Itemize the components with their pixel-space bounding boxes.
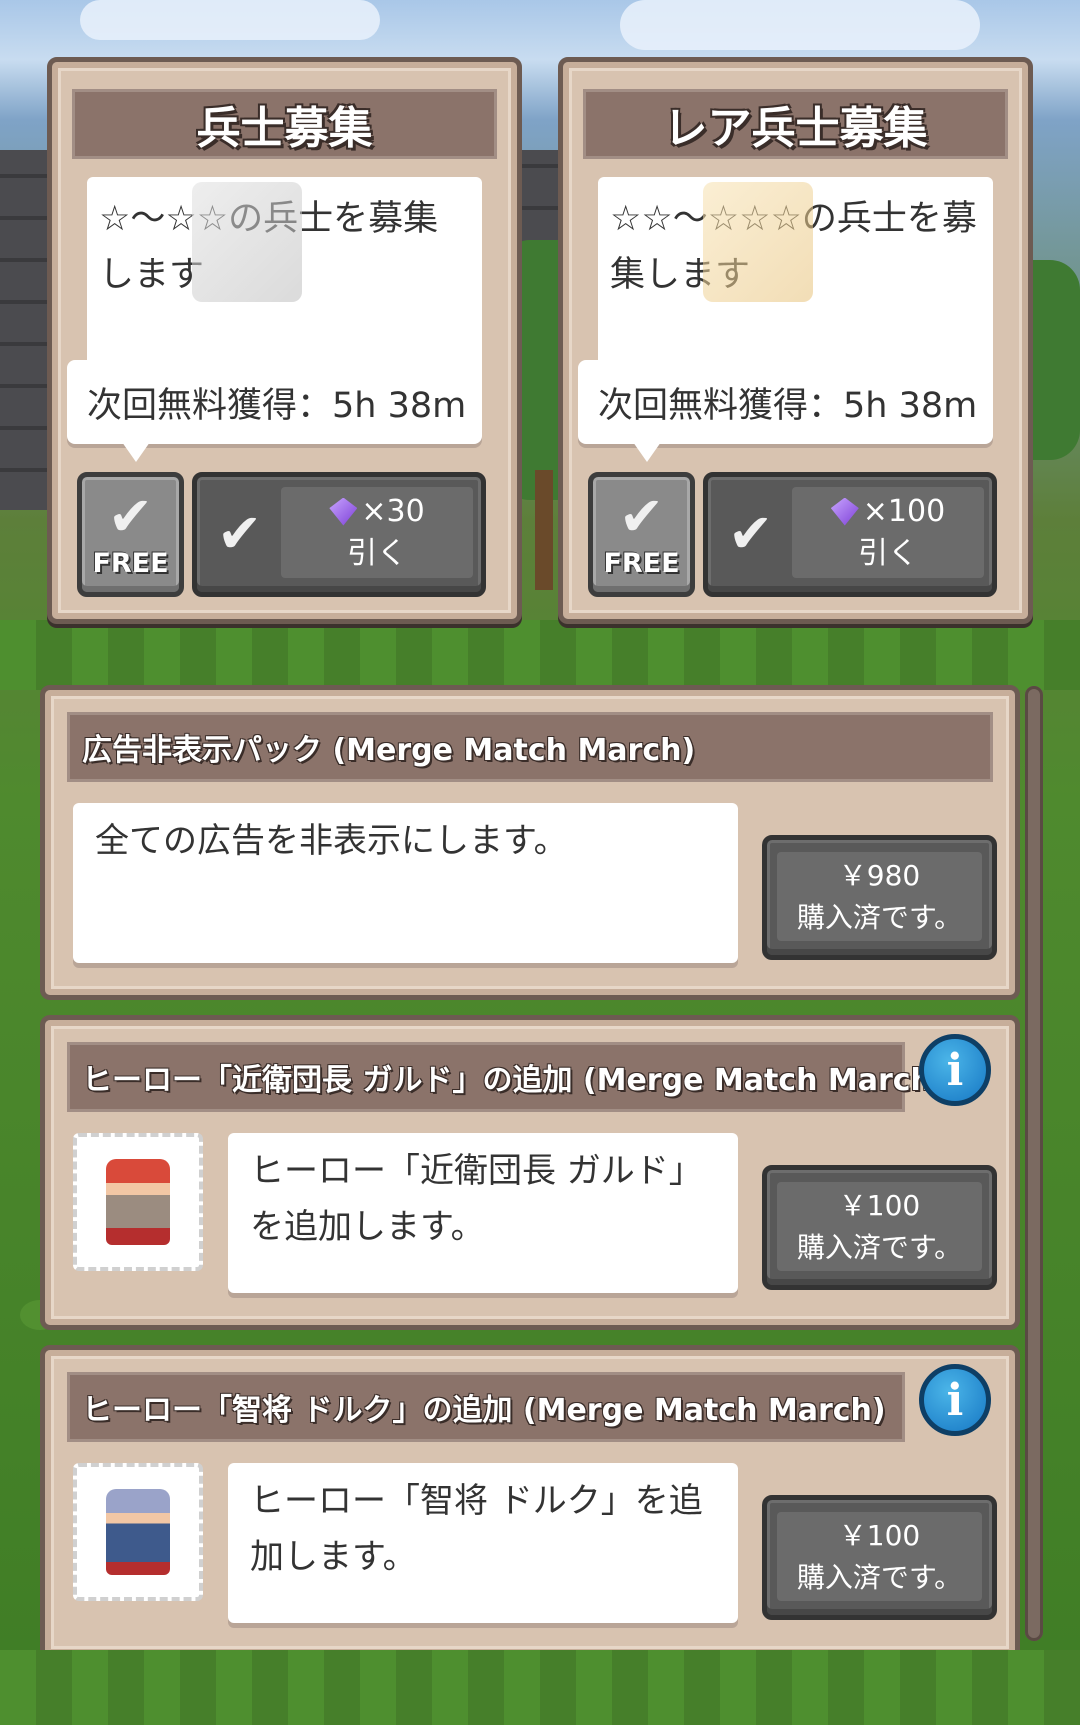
purchase-button[interactable]: ￥980 購入済です。 [762, 835, 997, 960]
pull-label: 引く [858, 535, 918, 571]
golden-scroll-icon [703, 182, 813, 302]
gem-pull-button[interactable]: ✔ ×30 引く [192, 472, 486, 597]
tree-trunk [535, 470, 553, 590]
gem-pull-button[interactable]: ✔ ×100 引く [703, 472, 997, 597]
price: ￥100 [838, 1188, 921, 1222]
check-icon: ✔ [217, 502, 263, 565]
shop-item-list[interactable]: 広告非表示パック (Merge Match March) 全ての広告を非表示にし… [40, 685, 1025, 1650]
free-timer-bubble: 次回無料獲得：5h 38m [67, 360, 482, 462]
free-pull-button[interactable]: ✔ FREE [588, 472, 695, 597]
free-pull-button[interactable]: ✔ FREE [77, 472, 184, 597]
crop-field [0, 620, 1080, 690]
free-label: FREE [603, 548, 680, 579]
panel-title: レア兵士募集 [583, 89, 1008, 159]
info-icon[interactable]: i [919, 1034, 991, 1106]
item-title: ヒーロー「智将 ドルク」の追加 (Merge Match March) [67, 1372, 905, 1442]
soldier-recruit-panel: 兵士募集 ☆〜☆☆の兵士を募集します 次回無料獲得：5h 38m ✔ FREE … [47, 57, 522, 624]
crop-field [0, 1650, 1080, 1725]
purchase-status: 購入済です。 [796, 1560, 963, 1594]
free-timer-bubble: 次回無料獲得：5h 38m [578, 360, 993, 462]
hero-gard-portrait [73, 1133, 203, 1271]
item-description: 全ての広告を非表示にします。 [73, 803, 738, 963]
purchase-button[interactable]: ￥100 購入済です。 [762, 1165, 997, 1290]
shop-list-scrollbar[interactable] [1025, 686, 1043, 1641]
purchase-button[interactable]: ￥100 購入済です。 [762, 1495, 997, 1620]
gem-icon [329, 497, 358, 526]
pull-label: 引く [347, 535, 407, 571]
purchase-button-content: ￥100 購入済です。 [777, 1512, 982, 1601]
shop-item-hero-gard: ヒーロー「近衛団長 ガルド」の追加 (Merge Match March) i … [40, 1015, 1020, 1330]
panel-title: 兵士募集 [72, 89, 497, 159]
price: ￥100 [838, 1518, 921, 1552]
item-description: ヒーロー「智将 ドルク」を追加します。 [228, 1463, 738, 1623]
cost-row: ×30 [329, 491, 425, 533]
price: ￥980 [838, 858, 921, 892]
check-icon: ✔ [618, 485, 665, 548]
pull-button-content: ×30 引く [281, 487, 473, 578]
shop-item-ad-free-pack: 広告非表示パック (Merge Match March) 全ての広告を非表示にし… [40, 685, 1020, 1000]
free-label: FREE [92, 548, 169, 579]
hero-sprite [106, 1159, 170, 1245]
gem-cost: ×100 [862, 493, 946, 529]
purchase-status: 購入済です。 [796, 900, 963, 934]
check-icon: ✔ [107, 485, 154, 548]
cloud [620, 0, 980, 50]
gem-icon [830, 497, 859, 526]
cost-row: ×100 [830, 491, 946, 533]
item-description: ヒーロー「近衛団長 ガルド」を追加します。 [228, 1133, 738, 1293]
pull-button-content: ×100 引く [792, 487, 984, 578]
hero-dork-portrait [73, 1463, 203, 1601]
info-icon[interactable]: i [919, 1364, 991, 1436]
purchase-button-content: ￥100 購入済です。 [777, 1182, 982, 1271]
purchase-status: 購入済です。 [796, 1230, 963, 1264]
check-icon: ✔ [728, 502, 774, 565]
purchase-button-content: ￥980 購入済です。 [777, 852, 982, 941]
item-title: 広告非表示パック (Merge Match March) [67, 712, 993, 782]
scroll-icon [192, 182, 302, 302]
shop-item-hero-dork: ヒーロー「智将 ドルク」の追加 (Merge Match March) i ヒー… [40, 1345, 1020, 1650]
item-title: ヒーロー「近衛団長 ガルド」の追加 (Merge Match March) [67, 1042, 946, 1112]
gem-cost: ×30 [361, 493, 425, 529]
rare-soldier-recruit-panel: レア兵士募集 ☆☆〜☆☆☆の兵士を募集します 次回無料獲得：5h 38m ✔ F… [558, 57, 1033, 624]
hero-sprite [106, 1489, 170, 1575]
cloud [80, 0, 380, 40]
